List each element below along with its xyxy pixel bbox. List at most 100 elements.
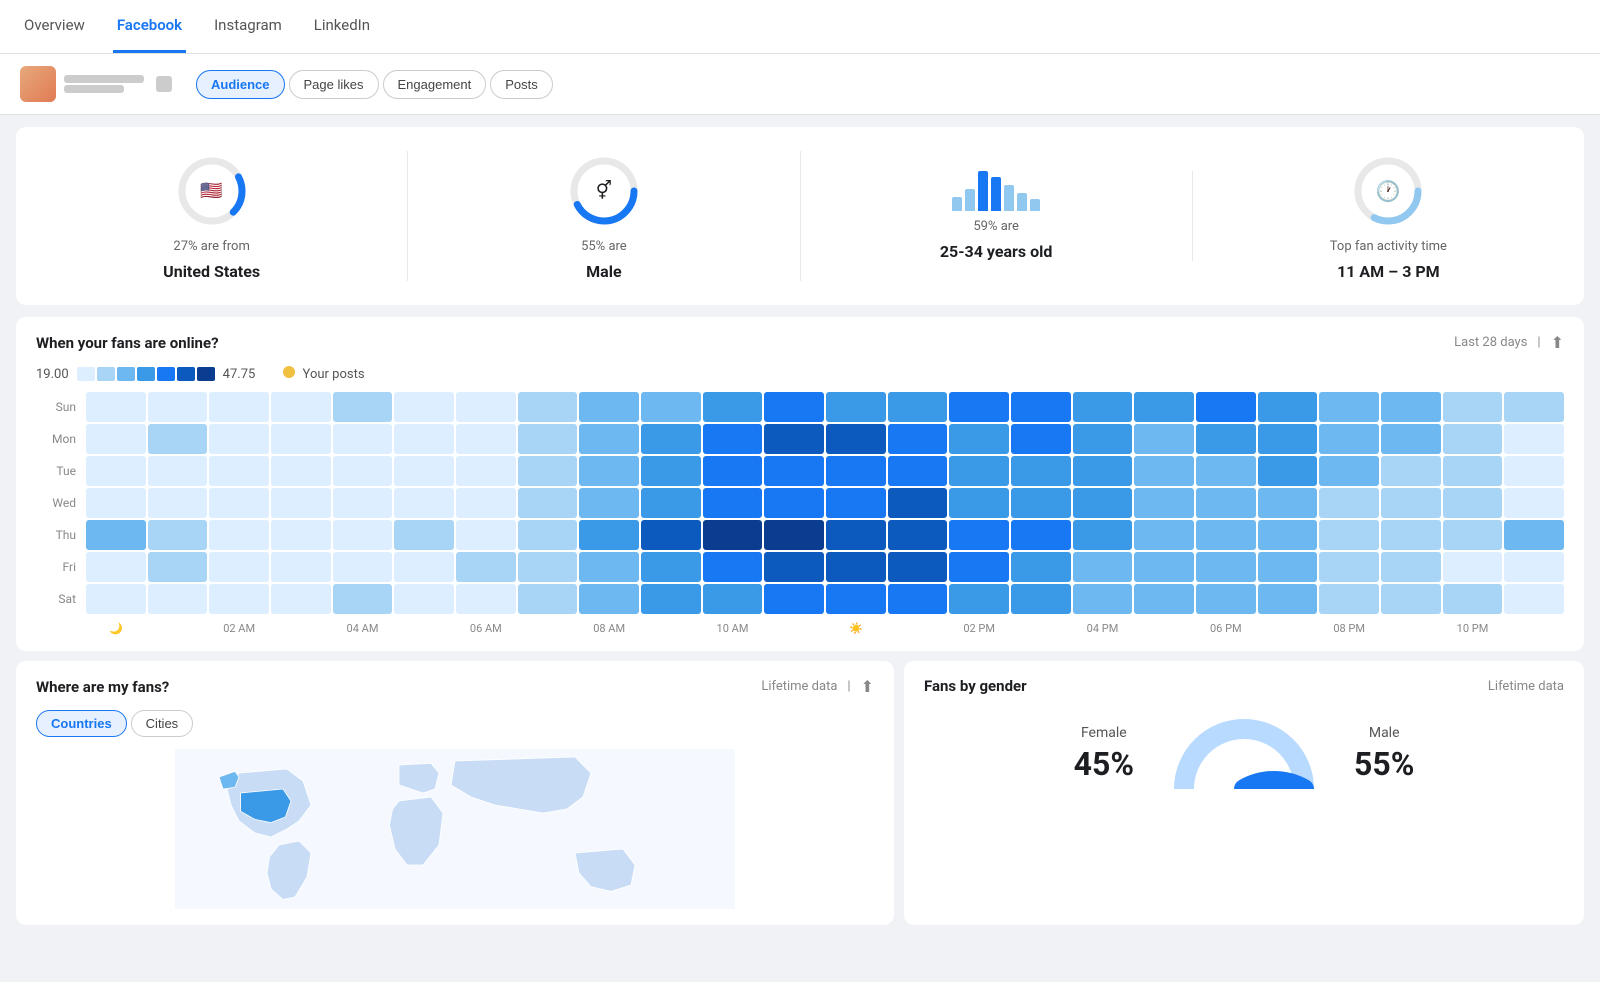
heatmap-cell xyxy=(1504,424,1564,454)
time-label xyxy=(271,622,331,635)
where-fans-meta: Lifetime data | ⬆ xyxy=(761,677,874,696)
heatmap-cell xyxy=(209,520,269,550)
heatmap-cell xyxy=(1134,520,1194,550)
heatmap-cell xyxy=(888,552,948,582)
heatmap-cell xyxy=(1196,552,1256,582)
heatmap-cell xyxy=(1319,520,1379,550)
where-fans-upload-icon[interactable]: ⬆ xyxy=(861,677,874,696)
heatmap-cell xyxy=(333,520,393,550)
heatmap-cell xyxy=(949,584,1009,614)
time-label: 10 PM xyxy=(1443,622,1503,635)
heatmap-cell xyxy=(209,424,269,454)
heatmap-cell xyxy=(1319,456,1379,486)
age-bar-icon xyxy=(952,171,1040,211)
heatmap-cell xyxy=(209,584,269,614)
your-posts-label: Your posts xyxy=(303,367,365,382)
day-label: Sun xyxy=(36,401,84,413)
heatmap-cell xyxy=(764,488,824,518)
time-labels-row: 🌙02 AM04 AM06 AM08 AM10 AM☀️02 PM04 PM06… xyxy=(36,622,1564,635)
fans-gender-header: Fans by gender Lifetime data xyxy=(924,677,1564,695)
heatmap-cell xyxy=(641,584,701,614)
heatmap-cell xyxy=(949,424,1009,454)
female-label: Female xyxy=(1081,725,1127,741)
heatmap-cell xyxy=(641,488,701,518)
gender-label: 55% are xyxy=(581,239,627,254)
heatmap-cell xyxy=(764,584,824,614)
day-label: Wed xyxy=(36,497,84,509)
time-label: 06 PM xyxy=(1196,622,1256,635)
heatmap-cell xyxy=(1073,424,1133,454)
heatmap-row: Fri xyxy=(36,552,1564,582)
logo-line-2 xyxy=(64,85,124,93)
heatmap-cell xyxy=(1504,584,1564,614)
fans-gender-section: Fans by gender Lifetime data Female 45% … xyxy=(904,661,1584,925)
heatmap-cell xyxy=(949,552,1009,582)
heatmap-cell xyxy=(764,520,824,550)
sub-tabs: Audience Page likes Engagement Posts xyxy=(196,70,553,99)
time-label xyxy=(394,622,454,635)
fans-gender-title: Fans by gender xyxy=(924,677,1027,695)
heatmap-cell xyxy=(579,552,639,582)
legend-cell-4 xyxy=(137,367,155,381)
heatmap-cell xyxy=(1011,552,1071,582)
online-fans-section: When your fans are online? Last 28 days … xyxy=(16,317,1584,651)
heatmap-cell xyxy=(1134,392,1194,422)
summary-section: 🇺🇸 27% are from United States ⚥ 55% are … xyxy=(16,127,1584,305)
nav-overview[interactable]: Overview xyxy=(20,0,89,53)
location-value: United States xyxy=(163,262,260,281)
time-label xyxy=(641,622,701,635)
heatmap-cell xyxy=(86,552,146,582)
heatmap-cell xyxy=(394,424,454,454)
heatmap-cell xyxy=(888,584,948,614)
where-fans-title: Where are my fans? xyxy=(36,678,169,696)
heatmap-cell xyxy=(764,456,824,486)
heatmap-cell xyxy=(518,584,578,614)
male-pct: 55% xyxy=(1354,745,1414,783)
heatmap-cell xyxy=(1073,392,1133,422)
summary-age: 59% are 25-34 years old xyxy=(801,171,1193,261)
heatmap-cell xyxy=(456,424,516,454)
heatmap-cell xyxy=(333,456,393,486)
heatmap-cell xyxy=(1504,488,1564,518)
heatmap-cell xyxy=(148,456,208,486)
time-label xyxy=(764,622,824,635)
tab-engagement[interactable]: Engagement xyxy=(383,70,487,99)
day-label: Mon xyxy=(36,433,84,445)
heatmap-cell xyxy=(1073,552,1133,582)
heatmap-cell xyxy=(1443,456,1503,486)
tab-audience[interactable]: Audience xyxy=(196,70,285,99)
heatmap-cell xyxy=(86,392,146,422)
heatmap-cell xyxy=(641,424,701,454)
female-pct: 45% xyxy=(1074,745,1134,783)
nav-linkedin[interactable]: LinkedIn xyxy=(310,0,374,53)
heatmap-cell xyxy=(1258,456,1318,486)
heatmap-cell xyxy=(271,424,331,454)
day-label: Sat xyxy=(36,593,84,605)
tab-posts[interactable]: Posts xyxy=(490,70,553,99)
heatmap-cell xyxy=(1443,552,1503,582)
heatmap-cell xyxy=(1319,424,1379,454)
heatmap-cell xyxy=(579,424,639,454)
gender-donut-chart xyxy=(1174,719,1314,789)
heatmap-cell xyxy=(1258,392,1318,422)
heatmap-row: Tue xyxy=(36,456,1564,486)
time-label: 02 AM xyxy=(209,622,269,635)
heatmap-cell xyxy=(641,552,701,582)
online-fans-meta: Last 28 days | ⬆ xyxy=(1454,333,1564,352)
activity-label: Top fan activity time xyxy=(1330,239,1447,254)
heatmap-cell xyxy=(456,456,516,486)
time-label: 04 AM xyxy=(333,622,393,635)
map-tabs: Countries Cities xyxy=(36,710,874,737)
time-label: 08 AM xyxy=(579,622,639,635)
heatmap-cell xyxy=(518,520,578,550)
tab-cities[interactable]: Cities xyxy=(131,710,194,737)
tab-countries[interactable]: Countries xyxy=(36,710,127,737)
heatmap-cell xyxy=(271,456,331,486)
nav-facebook[interactable]: Facebook xyxy=(113,0,186,53)
upload-icon[interactable]: ⬆ xyxy=(1551,333,1564,352)
heatmap-cell xyxy=(826,392,886,422)
heatmap-cell xyxy=(86,520,146,550)
nav-instagram[interactable]: Instagram xyxy=(210,0,286,53)
heatmap-cell xyxy=(1196,488,1256,518)
tab-page-likes[interactable]: Page likes xyxy=(289,70,379,99)
